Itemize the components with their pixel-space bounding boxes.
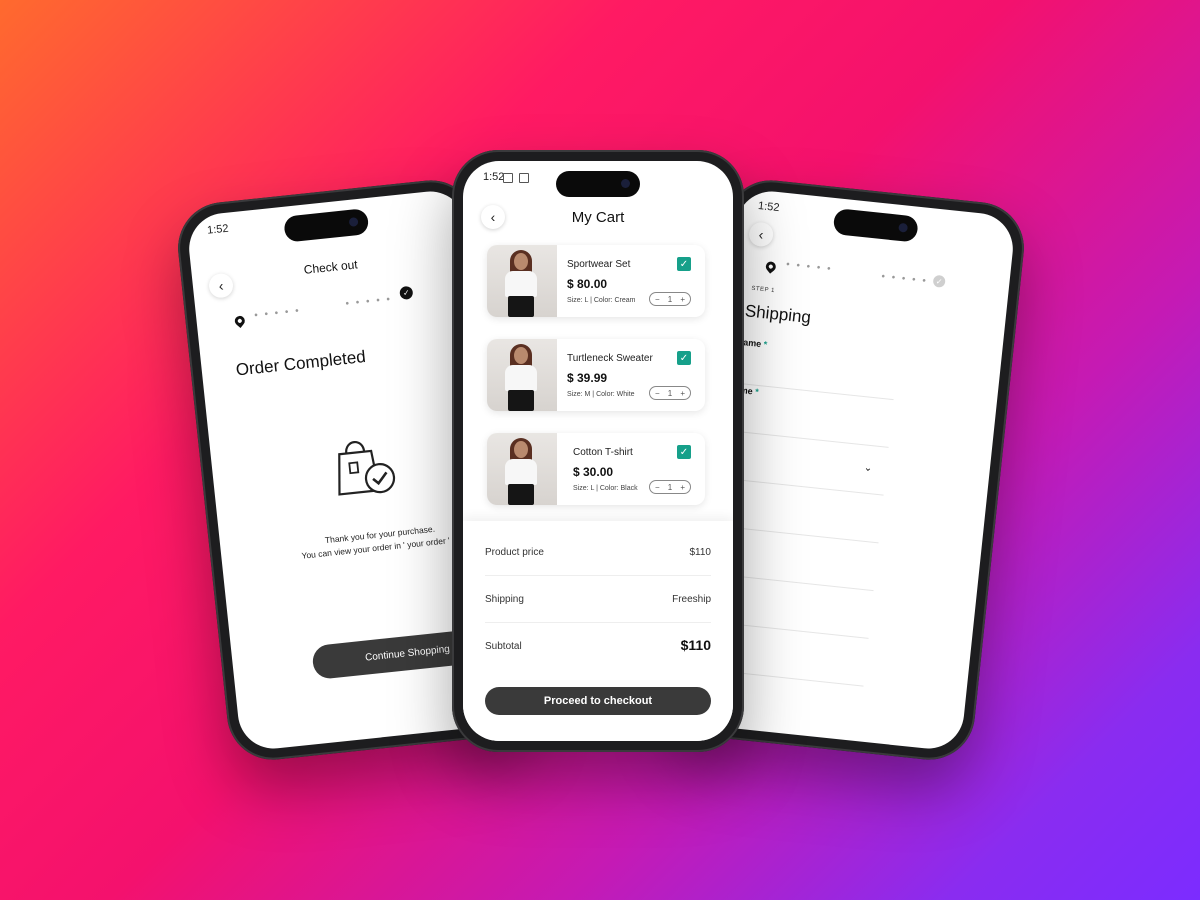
summary-label: Product price: [485, 547, 544, 558]
order-completed-heading: Order Completed: [234, 347, 367, 380]
quantity-stepper[interactable]: − 1 +: [649, 480, 691, 494]
summary-label: Shipping: [485, 594, 524, 605]
quantity-stepper[interactable]: − 1 +: [649, 386, 691, 400]
product-price: $ 39.99: [567, 371, 608, 385]
summary-label: Subtotal: [485, 641, 522, 652]
step-done-check-icon: ✓: [399, 285, 414, 300]
plus-icon[interactable]: +: [680, 389, 685, 398]
subtotal-value: $110: [680, 637, 711, 653]
cart-screen: 1:52 ‹ My Cart Sportwear Set $ 80.00 Siz…: [463, 161, 733, 741]
quantity-value: 1: [667, 388, 673, 398]
plus-icon[interactable]: +: [680, 295, 685, 304]
summary-value: Freeship: [672, 594, 711, 605]
location-pin-icon: [232, 313, 247, 328]
page-title: My Cart: [571, 209, 625, 226]
product-price-row: Product price $110: [485, 529, 711, 576]
status-time: 1:52: [483, 171, 505, 183]
chevron-down-icon: ⌄: [863, 462, 873, 475]
checkmark-icon: ✓: [679, 352, 689, 364]
checkmark-icon: ✓: [679, 258, 689, 270]
product-image: [487, 339, 557, 411]
product-variant: Size: L | Color: Black: [573, 485, 638, 492]
checkmark-icon: ✓: [679, 446, 689, 458]
step-label: STEP 1: [751, 285, 776, 295]
product-name: Cotton T-shirt: [573, 447, 633, 458]
product-image: [487, 433, 557, 505]
chevron-left-icon: ‹: [757, 226, 765, 243]
step-pending-check-icon: ✓: [932, 274, 946, 288]
product-variant: Size: M | Color: White: [567, 391, 635, 398]
product-name: Turtleneck Sweater: [567, 353, 653, 364]
cart-item[interactable]: Sportwear Set $ 80.00 Size: L | Color: C…: [487, 245, 705, 317]
cart-item[interactable]: Cotton T-shirt $ 30.00 Size: L | Color: …: [487, 433, 705, 505]
plus-icon[interactable]: +: [680, 483, 685, 492]
proceed-to-checkout-button[interactable]: Proceed to checkout: [485, 687, 711, 715]
product-price: $ 80.00: [567, 277, 608, 291]
dynamic-island: [283, 208, 370, 243]
progress-dots: • • • • •: [253, 305, 302, 322]
minus-icon[interactable]: −: [655, 389, 660, 398]
product-image: [487, 245, 557, 317]
image-notification-icon: [503, 173, 513, 183]
product-price: $ 30.00: [573, 465, 614, 479]
progress-dots: • • • • •: [345, 293, 393, 310]
minus-icon[interactable]: −: [655, 483, 660, 492]
quantity-value: 1: [667, 482, 673, 492]
item-checkbox[interactable]: ✓: [677, 445, 691, 459]
summary-value: $110: [689, 547, 711, 558]
shipping-heading: Shipping: [744, 301, 812, 328]
quantity-stepper[interactable]: − 1 +: [649, 292, 691, 306]
dynamic-island: [832, 208, 919, 243]
progress-dots: • • • • •: [785, 259, 834, 276]
order-summary: Product price $110 Shipping Freeship Sub…: [463, 521, 733, 741]
minus-icon[interactable]: −: [655, 295, 660, 304]
status-time: 1:52: [757, 199, 781, 215]
cart-item[interactable]: Turtleneck Sweater $ 39.99 Size: M | Col…: [487, 339, 705, 411]
location-pin-icon: [763, 259, 778, 274]
quantity-value: 1: [667, 294, 673, 304]
item-checkbox[interactable]: ✓: [677, 351, 691, 365]
shipping-row: Shipping Freeship: [485, 576, 711, 623]
shopping-bag-check-icon: [338, 441, 396, 496]
dynamic-island: [556, 171, 640, 197]
progress-dots: • • • • •: [880, 271, 929, 288]
app-notification-icon: [519, 173, 529, 183]
back-button[interactable]: ‹: [747, 221, 775, 248]
phone-my-cart: 1:52 ‹ My Cart Sportwear Set $ 80.00 Siz…: [452, 150, 744, 752]
status-time: 1:52: [206, 222, 230, 237]
item-checkbox[interactable]: ✓: [677, 257, 691, 271]
product-variant: Size: L | Color: Cream: [567, 297, 636, 304]
subtotal-row: Subtotal $110: [485, 623, 711, 669]
page-title: Check out: [303, 257, 359, 277]
product-name: Sportwear Set: [567, 259, 631, 270]
